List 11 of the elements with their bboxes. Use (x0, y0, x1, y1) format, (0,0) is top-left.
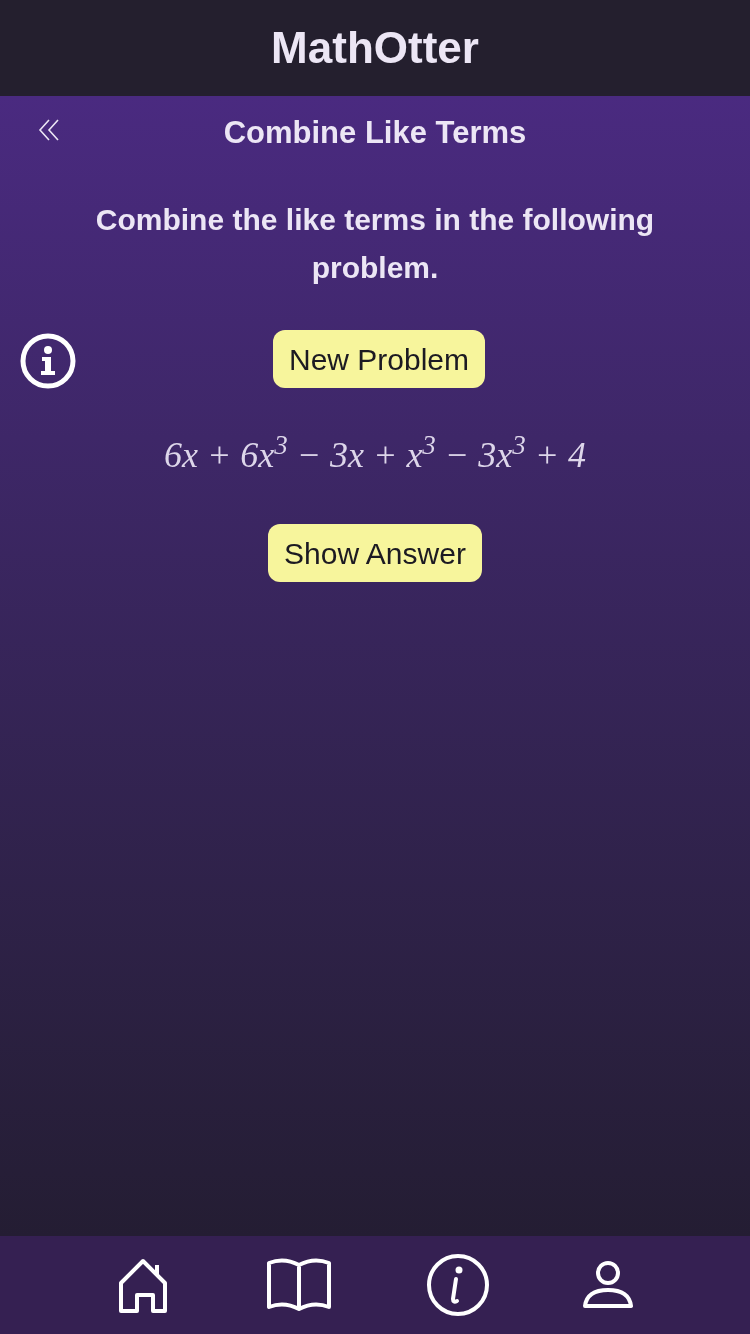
app-title: MathOtter (271, 22, 479, 74)
info-icon[interactable] (19, 332, 77, 390)
math-expression: 6x + 6x$^{3}$ − 3x + x$^{3}$ − 3x$^{3}$ + 4 (164, 428, 586, 477)
book-icon[interactable] (266, 1257, 333, 1313)
info-icon[interactable] (425, 1253, 490, 1317)
back-icon[interactable] (38, 118, 62, 142)
instructions-text: Combine the like terms in the following problem. (94, 202, 656, 286)
new-problem-button[interactable]: New Problem (272, 330, 486, 388)
user-icon[interactable] (583, 1260, 634, 1310)
show-answer-button[interactable]: Show Answer (268, 524, 482, 582)
page-title: Combine Like Terms (223, 113, 527, 152)
